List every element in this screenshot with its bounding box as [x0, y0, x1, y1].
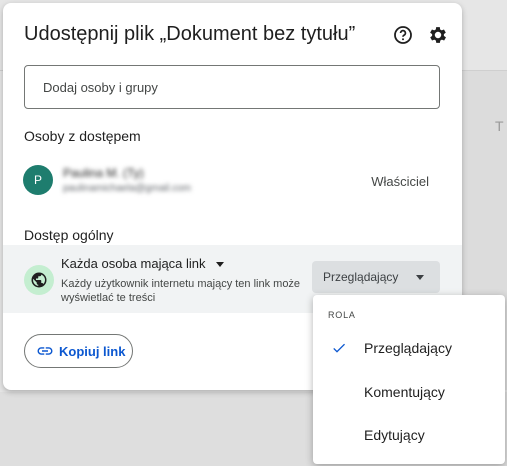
role-dropdown-label: Przeglądający: [323, 270, 399, 284]
caret-down-icon: [416, 275, 424, 280]
avatar: P: [23, 165, 53, 195]
copy-link-button[interactable]: Kopiuj link: [24, 334, 133, 368]
access-scope-label: Każda osoba mająca link: [61, 256, 206, 271]
role-option-label: Komentujący: [364, 384, 445, 400]
gear-icon[interactable]: [427, 24, 449, 46]
general-access-heading: Dostęp ogólny: [24, 227, 114, 243]
copy-link-label: Kopiuj link: [59, 344, 126, 359]
caret-down-icon: [215, 262, 224, 268]
person-name: Paulina M. (Ty): [63, 166, 144, 180]
role-menu-heading: ROLA: [328, 310, 356, 320]
dialog-title: Udostępnij plik „Dokument bez tytułu”: [24, 23, 356, 45]
globe-icon: [24, 265, 54, 295]
access-scope-dropdown[interactable]: Każda osoba mająca link: [61, 256, 224, 271]
role-menu: ROLA Przeglądający Komentujący Edytujący: [313, 295, 505, 464]
background-glyph: T: [495, 118, 504, 134]
role-option-label: Edytujący: [364, 427, 425, 443]
link-icon: [37, 347, 53, 355]
person-row: P Paulina M. (Ty) paulinamichaela@gmail.…: [3, 157, 462, 207]
role-option-label: Przeglądający: [364, 340, 452, 356]
check-icon: [333, 343, 345, 353]
add-people-input[interactable]: Dodaj osoby i grupy: [24, 65, 440, 109]
role-option-commenter[interactable]: Komentujący: [313, 372, 505, 412]
role-dropdown[interactable]: Przeglądający: [312, 261, 440, 293]
add-people-placeholder: Dodaj osoby i grupy: [43, 80, 158, 95]
people-heading: Osoby z dostępem: [24, 128, 141, 144]
person-role: Właściciel: [371, 174, 429, 189]
role-option-viewer[interactable]: Przeglądający: [313, 328, 505, 368]
access-description: Każdy użytkownik internetu mający ten li…: [61, 278, 301, 304]
person-email: paulinamichaela@gmail.com: [63, 183, 191, 194]
role-option-editor[interactable]: Edytujący: [313, 415, 505, 455]
help-icon[interactable]: [392, 24, 414, 46]
